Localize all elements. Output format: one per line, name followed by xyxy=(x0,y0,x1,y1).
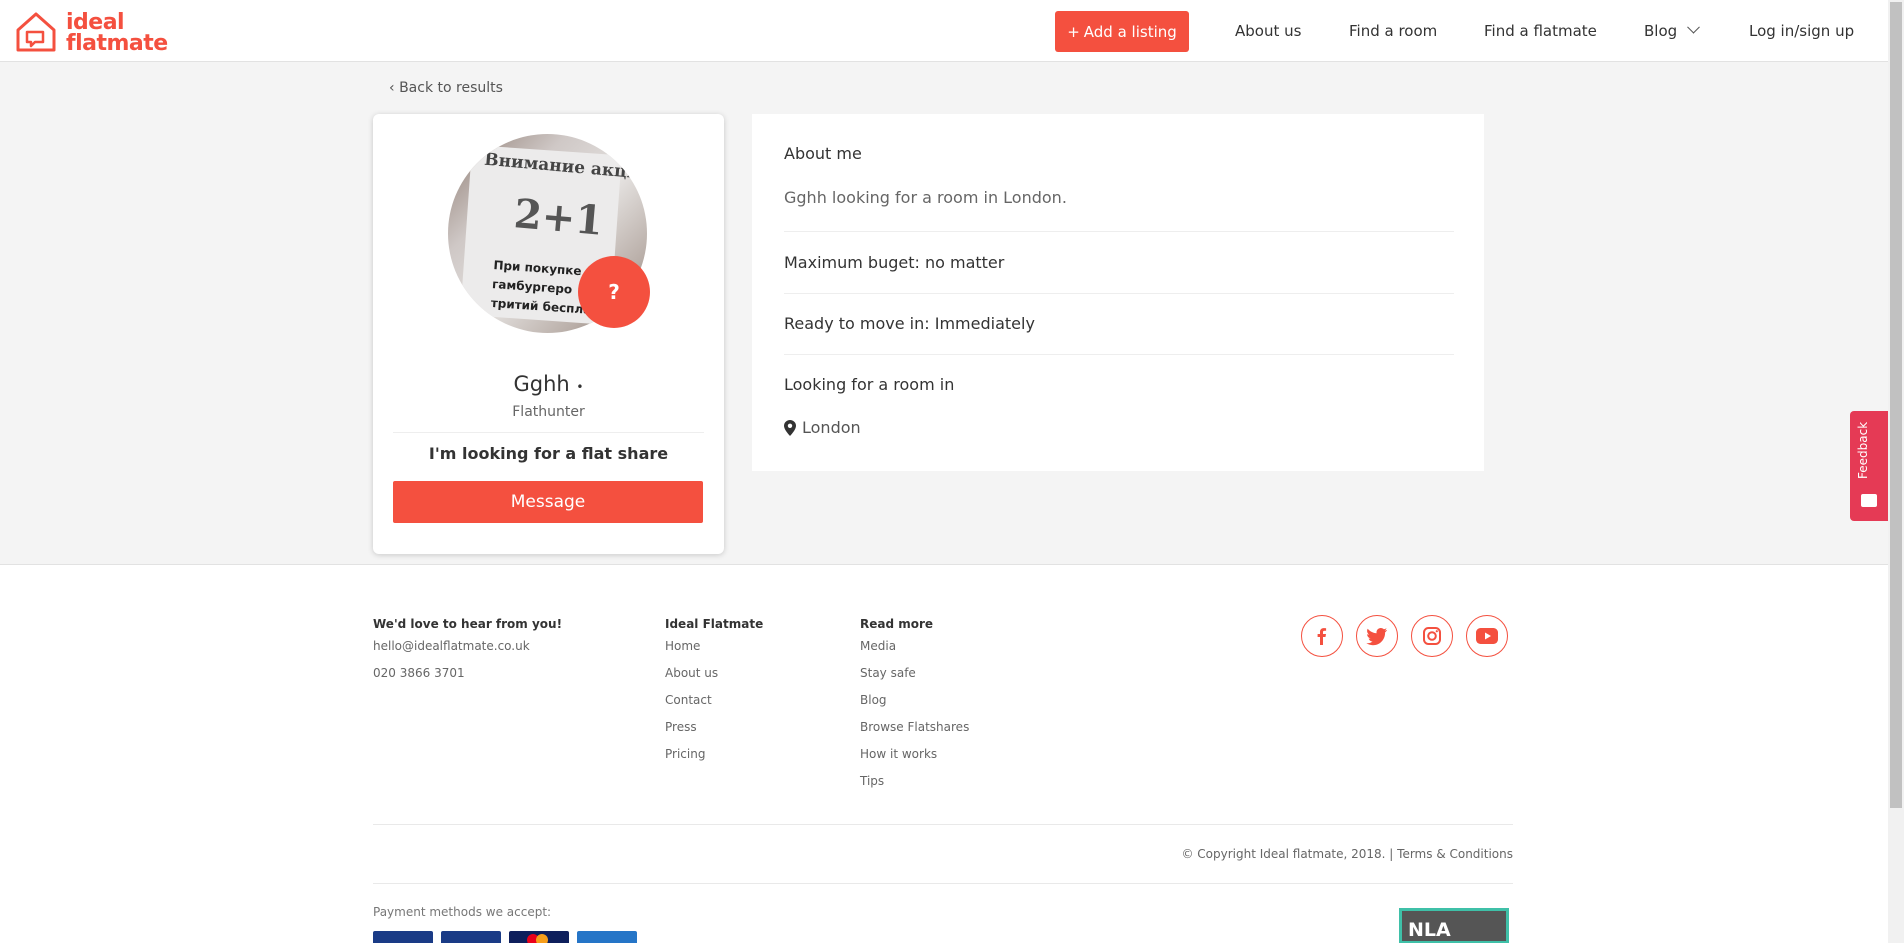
location-row: London xyxy=(784,418,861,437)
message-button[interactable]: Message xyxy=(393,481,703,523)
avatar-poster-offer: 2+1 xyxy=(512,190,606,245)
amex-card-icon xyxy=(373,931,433,943)
about-me-text: Gghh looking for a room in London. xyxy=(784,188,1067,207)
plus-icon: + xyxy=(1067,22,1080,41)
divider xyxy=(784,354,1454,355)
feedback-label: Feedback xyxy=(1856,421,1870,479)
page-scrollbar[interactable] xyxy=(1888,0,1904,943)
visa-card-icon xyxy=(441,931,501,943)
twitter-glyph xyxy=(1366,628,1387,646)
looking-in-heading: Looking for a room in xyxy=(784,375,955,394)
footer-link-pricing[interactable]: Pricing xyxy=(665,747,705,761)
logo-text: ideal flatmate xyxy=(66,10,168,56)
profile-role: Flathunter xyxy=(512,404,585,420)
footer-link-home[interactable]: Home xyxy=(665,639,700,653)
instagram-icon[interactable] xyxy=(1411,615,1453,657)
footer-email-link[interactable]: hello@idealflatmate.co.uk xyxy=(373,639,530,653)
mastercard-icon xyxy=(509,931,569,943)
feedback-icon xyxy=(1861,494,1877,507)
nla-logo: NLA xyxy=(1399,908,1509,943)
youtube-icon[interactable] xyxy=(1466,615,1508,657)
nav-find-a-room[interactable]: Find a room xyxy=(1349,22,1437,40)
chevron-left-icon: ‹ xyxy=(389,80,395,96)
footer-link-tips[interactable]: Tips xyxy=(860,774,884,788)
american-express-card-icon xyxy=(577,931,637,943)
nav-about-us[interactable]: About us xyxy=(1235,22,1301,40)
about-panel: About me Gghh looking for a room in Lond… xyxy=(752,114,1484,471)
location-text: London xyxy=(802,418,861,437)
divider xyxy=(373,883,1513,884)
profile-name-text: Gghh xyxy=(513,372,570,396)
site-logo[interactable]: ideal flatmate xyxy=(14,8,174,56)
youtube-glyph xyxy=(1476,628,1498,644)
divider xyxy=(393,432,704,433)
footer-read-more-heading: Read more xyxy=(860,617,934,631)
question-badge-icon[interactable]: ? xyxy=(578,256,650,328)
footer-link-stay-safe[interactable]: Stay safe xyxy=(860,666,916,680)
online-dot-icon: • xyxy=(576,380,584,394)
footer-link-media[interactable]: Media xyxy=(860,639,896,653)
looking-for-text: I'm looking for a flat share xyxy=(428,444,669,463)
footer-phone-link[interactable]: 020 3866 3701 xyxy=(373,666,465,680)
feedback-tab[interactable]: Feedback xyxy=(1850,411,1888,521)
divider xyxy=(373,824,1513,825)
logo-line-1: ideal xyxy=(66,10,125,35)
footer-link-contact[interactable]: Contact xyxy=(665,693,712,707)
scrollbar-thumb[interactable] xyxy=(1890,2,1902,808)
twitter-icon[interactable] xyxy=(1356,615,1398,657)
footer-link-press[interactable]: Press xyxy=(665,720,697,734)
back-link-label: Back to results xyxy=(399,80,503,96)
house-logo-icon xyxy=(16,12,56,52)
footer-contact-heading: We'd love to hear from you! xyxy=(373,617,563,631)
instagram-glyph xyxy=(1423,627,1441,645)
site-header: ideal flatmate + Add a listing About us … xyxy=(0,0,1888,62)
add-listing-label: Add a listing xyxy=(1083,22,1177,41)
footer-link-blog[interactable]: Blog xyxy=(860,693,887,707)
back-to-results-link[interactable]: ‹ Back to results xyxy=(389,80,503,96)
footer-link-browse-flatshares[interactable]: Browse Flatshares xyxy=(860,720,969,734)
footer-link-about-us[interactable]: About us xyxy=(665,666,718,680)
copyright-text: © Copyright Ideal flatmate, 2018. | Term… xyxy=(1181,847,1513,861)
about-me-heading: About me xyxy=(784,144,862,163)
nav-blog-label: Blog xyxy=(1644,22,1678,40)
nav-blog[interactable]: Blog xyxy=(1644,20,1701,40)
facebook-icon[interactable] xyxy=(1301,615,1343,657)
add-listing-button[interactable]: + Add a listing xyxy=(1055,11,1189,52)
facebook-glyph xyxy=(1317,628,1327,645)
move-in-field: Ready to move in: Immediately xyxy=(784,314,1035,333)
profile-card: Внимание акция!!! 2+1 При покупке д гамб… xyxy=(373,114,724,554)
map-pin-icon xyxy=(784,419,796,436)
nav-login-signup[interactable]: Log in/sign up xyxy=(1749,22,1854,40)
profile-name: Gghh • xyxy=(373,372,724,396)
nav-find-a-flatmate[interactable]: Find a flatmate xyxy=(1484,22,1597,40)
chevron-down-icon xyxy=(1687,20,1701,34)
divider xyxy=(784,231,1454,232)
payment-methods-label: Payment methods we accept: xyxy=(373,905,552,919)
budget-field: Maximum buget: no matter xyxy=(784,253,1005,272)
logo-line-2: flatmate xyxy=(66,31,168,56)
site-footer: We'd love to hear from you! hello@idealf… xyxy=(0,564,1888,943)
footer-ideal-flatmate-heading: Ideal Flatmate xyxy=(665,617,764,631)
divider xyxy=(784,293,1454,294)
footer-link-how-it-works[interactable]: How it works xyxy=(860,747,937,761)
